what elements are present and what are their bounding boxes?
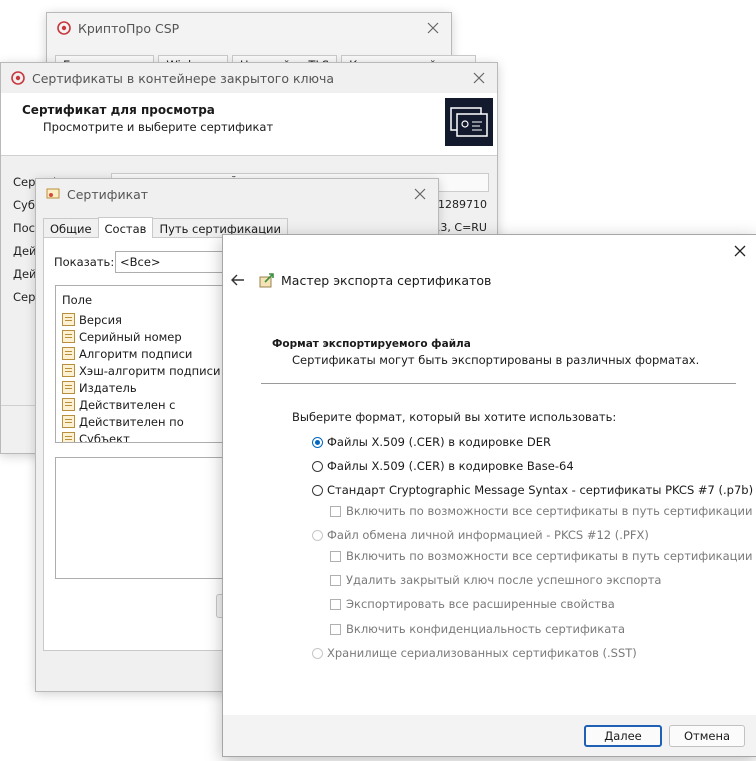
radio-checked-icon[interactable] <box>312 436 323 448</box>
close-icon[interactable] <box>471 70 487 86</box>
field-icon <box>62 381 75 394</box>
option-label: Удалить закрытый ключ после успешного эк… <box>346 573 662 587</box>
field-icon <box>62 313 75 326</box>
list-item[interactable]: Издатель <box>62 379 137 396</box>
option-certificate-privacy: Включить конфиденциальность сертификата <box>330 622 625 636</box>
option-label: Хранилище сериализованных сертификатов (… <box>327 646 637 660</box>
export-wizard-window: Мастер экспорта сертификатов Формат эксп… <box>222 234 756 757</box>
option-export-extended-properties: Экспортировать все расширенные свойства <box>330 597 615 611</box>
field-name: Субъект <box>79 431 130 443</box>
close-icon[interactable] <box>425 20 441 36</box>
export-wizard-icon <box>259 272 276 289</box>
option-sst: Хранилище сериализованных сертификатов (… <box>312 646 637 660</box>
checkbox-icon <box>330 550 341 562</box>
field-name: Версия <box>79 312 122 327</box>
field-name: Хэш-алгоритм подписи <box>79 363 221 378</box>
subject-value: 41289710 <box>431 198 487 211</box>
option-label: Файлы X.509 (.CER) в кодировке Base-64 <box>327 459 574 473</box>
radio-icon <box>312 529 323 541</box>
option-label: Стандарт Cryptographic Message Syntax - … <box>327 483 754 497</box>
tab-general[interactable]: Общие <box>43 218 99 238</box>
list-item[interactable]: Субъект <box>62 430 130 443</box>
wizard-content: Мастер экспорта сертификатов Формат эксп… <box>223 235 756 715</box>
list-item[interactable]: Действителен с <box>62 396 176 413</box>
field-name: Действителен по <box>79 414 184 429</box>
certificate-logo-icon <box>445 98 493 146</box>
option-pkcs7[interactable]: Стандарт Cryptographic Message Syntax - … <box>312 483 753 497</box>
field-icon <box>62 330 75 343</box>
list-item[interactable]: Алгоритм подписи <box>62 345 192 362</box>
list-item[interactable]: Действителен по <box>62 413 184 430</box>
cryptopro-logo-icon <box>57 21 71 35</box>
list-item[interactable]: Версия <box>62 311 122 328</box>
wizard-header: Сертификат для просмотра Просмотрите и в… <box>1 93 497 156</box>
window-title: Сертификат <box>67 186 149 202</box>
back-arrow-icon[interactable] <box>229 271 247 289</box>
option-label: Файлы X.509 (.CER) в кодировке DER <box>327 435 551 449</box>
field-name: Алгоритм подписи <box>79 346 193 361</box>
show-label: Показать: <box>54 255 115 269</box>
list-item[interactable]: Хэш-алгоритм подписи <box>62 362 220 379</box>
option-pfx: Файл обмена личной информацией - PKCS #1… <box>312 528 649 542</box>
field-icon <box>62 398 75 411</box>
header-title: Сертификат для просмотра <box>22 103 215 117</box>
certificate-icon <box>46 188 60 199</box>
option-label: Включить конфиденциальность сертификата <box>346 622 626 636</box>
option-der[interactable]: Файлы X.509 (.CER) в кодировке DER <box>312 435 551 449</box>
window-title: Сертификаты в контейнере закрытого ключа <box>32 70 335 86</box>
checkbox-icon <box>330 574 341 586</box>
container-titlebar: Сертификаты в контейнере закрытого ключа <box>1 63 497 93</box>
separator <box>261 383 736 384</box>
field-name: Издатель <box>79 380 137 395</box>
field-icon <box>62 415 75 428</box>
header-subtitle: Просмотрите и выберите сертификат <box>43 120 274 134</box>
option-label: Включить по возможности все сертификаты … <box>346 504 753 518</box>
window-title: КриптоПро CSP <box>78 20 180 36</box>
option-label: Файл обмена личной информацией - PKCS #1… <box>327 528 649 542</box>
section-subtitle: Сертификаты могут быть экспортированы в … <box>292 353 700 367</box>
cryptopro-titlebar: КриптоПро CSP <box>47 13 451 43</box>
field-column-header[interactable]: Поле <box>62 293 92 307</box>
field-name: Действителен с <box>79 397 176 412</box>
option-label: Экспортировать все расширенные свойства <box>346 597 615 611</box>
radio-icon[interactable] <box>312 484 323 496</box>
radio-icon[interactable] <box>312 460 323 472</box>
option-delete-private-key: Удалить закрытый ключ после успешного эк… <box>330 573 661 587</box>
option-pfx-include-path: Включить по возможности все сертификаты … <box>330 549 752 563</box>
option-base64[interactable]: Файлы X.509 (.CER) в кодировке Base-64 <box>312 459 574 473</box>
option-pkcs7-include-path: Включить по возможности все сертификаты … <box>330 504 752 518</box>
section-title: Формат экспортируемого файла <box>272 338 471 350</box>
checkbox-icon <box>330 598 341 610</box>
option-label: Включить по возможности все сертификаты … <box>346 549 753 563</box>
field-icon <box>62 364 75 377</box>
field-icon <box>62 347 75 360</box>
list-item[interactable]: Серийный номер <box>62 328 182 345</box>
checkbox-icon <box>330 505 341 517</box>
checkbox-icon <box>330 623 341 635</box>
cancel-button[interactable]: Отмена <box>669 725 745 747</box>
radio-icon <box>312 647 323 659</box>
close-icon[interactable] <box>732 243 748 259</box>
certificate-titlebar: Сертификат <box>36 179 438 209</box>
field-name: Серийный номер <box>79 329 182 344</box>
tab-details[interactable]: Состав <box>97 217 154 238</box>
close-icon[interactable] <box>412 186 428 202</box>
format-prompt: Выберите формат, который вы хотите испол… <box>292 410 617 424</box>
field-icon <box>62 432 75 442</box>
cryptopro-logo-icon <box>11 71 25 85</box>
wizard-title: Мастер экспорта сертификатов <box>281 273 492 288</box>
next-button[interactable]: Далее <box>584 725 662 747</box>
